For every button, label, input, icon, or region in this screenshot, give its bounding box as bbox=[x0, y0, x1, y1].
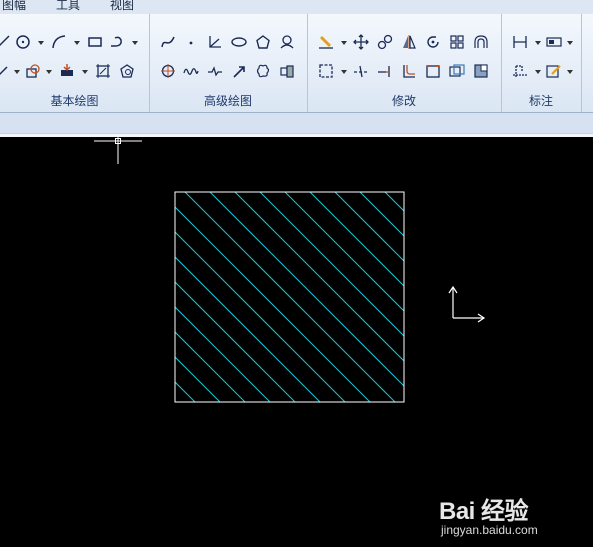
hatch-line bbox=[259, 192, 404, 337]
scale-icon[interactable] bbox=[448, 62, 466, 80]
line-2-dropdown-icon[interactable] bbox=[14, 69, 20, 75]
menu-item-tuzhi[interactable]: 图幅 bbox=[2, 0, 26, 13]
array-icon[interactable] bbox=[448, 33, 466, 51]
watermark-url: jingyan.baidu.com bbox=[441, 523, 538, 537]
tolerance-dropdown-icon[interactable] bbox=[567, 40, 573, 46]
baidu-jingyan-watermark: Bai 经验 jingyan.baidu.com bbox=[439, 491, 579, 537]
select-dropdown-icon[interactable] bbox=[341, 69, 347, 75]
angle-line-icon[interactable] bbox=[206, 33, 224, 51]
hatch-line bbox=[334, 192, 404, 262]
line-icon[interactable] bbox=[0, 33, 12, 51]
hatch-line bbox=[234, 192, 404, 362]
group-label-modify: 修改 bbox=[391, 94, 416, 108]
polyline-dropdown-icon[interactable] bbox=[132, 40, 138, 46]
hatch-line bbox=[384, 192, 404, 212]
hatch-pattern[interactable] bbox=[0, 192, 593, 452]
stretch-icon[interactable] bbox=[424, 62, 442, 80]
block-dropdown-icon[interactable] bbox=[46, 69, 52, 75]
drawing-canvas[interactable]: Bai 经验 jingyan.baidu.com bbox=[0, 137, 593, 547]
spline-icon[interactable] bbox=[159, 33, 177, 51]
arrow-icon[interactable] bbox=[230, 62, 248, 80]
ellipse-icon[interactable] bbox=[230, 33, 248, 51]
hatch-line bbox=[209, 192, 404, 387]
hatch-line bbox=[175, 231, 346, 402]
text-edit-dropdown-icon[interactable] bbox=[567, 69, 573, 75]
document-tab-strip bbox=[0, 113, 593, 134]
group-advanced-draw: 高级绘图 bbox=[149, 14, 308, 112]
rotate-icon[interactable] bbox=[424, 33, 442, 51]
circle-dropdown-icon[interactable] bbox=[38, 40, 44, 46]
mirror-icon[interactable] bbox=[400, 33, 418, 51]
move-icon[interactable] bbox=[352, 33, 370, 51]
tolerance-icon[interactable] bbox=[545, 33, 563, 51]
copy-icon[interactable] bbox=[376, 33, 394, 51]
insert-icon[interactable] bbox=[58, 62, 76, 80]
hatch-line bbox=[175, 206, 371, 402]
coordinate-dim-dropdown-icon[interactable] bbox=[535, 69, 541, 75]
insert-dropdown-icon[interactable] bbox=[82, 69, 88, 75]
hatch-line bbox=[0, 192, 220, 452]
hatch-line bbox=[359, 192, 404, 237]
group-label-basic-draw: 基本绘图 bbox=[50, 94, 99, 108]
trim-icon[interactable] bbox=[352, 62, 370, 80]
hatch-line bbox=[175, 356, 221, 402]
menu-bar: 图幅 工具 视图 bbox=[0, 0, 593, 14]
chamfer-shaft-icon[interactable] bbox=[278, 62, 296, 80]
line-2-icon[interactable] bbox=[0, 62, 12, 80]
select-box-icon[interactable] bbox=[317, 62, 335, 80]
menu-item-tools[interactable]: 工具 bbox=[56, 0, 80, 13]
crosshair-cursor bbox=[94, 137, 142, 164]
canvas-svg bbox=[0, 137, 593, 452]
point-icon[interactable] bbox=[182, 33, 200, 51]
arc-icon[interactable] bbox=[50, 33, 68, 51]
hatch-line bbox=[175, 381, 196, 402]
fillet-icon[interactable] bbox=[400, 62, 418, 80]
coordinate-dim-icon[interactable] bbox=[511, 62, 529, 80]
group-label-advanced-draw: 高级绘图 bbox=[203, 94, 252, 108]
dimension-icon[interactable] bbox=[511, 33, 529, 51]
extend-icon[interactable] bbox=[376, 62, 394, 80]
polyline-icon[interactable] bbox=[108, 33, 126, 51]
group-basic-draw: 基本绘图 bbox=[0, 14, 150, 112]
watermark-logo: Bai 经验 bbox=[439, 498, 529, 525]
menu-item-view[interactable]: 视图 bbox=[110, 0, 134, 13]
wave-line-icon[interactable] bbox=[182, 62, 200, 80]
explode-icon[interactable] bbox=[472, 62, 490, 80]
hatch-line bbox=[175, 331, 246, 402]
offset-icon[interactable] bbox=[472, 33, 490, 51]
group-dimension: 标注 bbox=[501, 14, 582, 112]
rectangle-icon[interactable] bbox=[86, 33, 104, 51]
hatch-line bbox=[309, 192, 404, 287]
text-edit-icon[interactable] bbox=[545, 62, 563, 80]
hatch-icon[interactable] bbox=[94, 62, 112, 80]
region-icon[interactable] bbox=[118, 62, 136, 80]
ribbon: 基本绘图 高级绘图 修改 标注 bbox=[0, 14, 593, 113]
circle-tool-icon[interactable] bbox=[14, 33, 32, 51]
hatch-line bbox=[0, 192, 195, 452]
hatch-line bbox=[175, 281, 296, 402]
break-line-icon[interactable] bbox=[206, 62, 224, 80]
hatch-line bbox=[435, 192, 593, 452]
hatch-line bbox=[284, 192, 404, 312]
hatch-line bbox=[184, 192, 396, 402]
eraser-dropdown-icon[interactable] bbox=[341, 40, 347, 46]
ucs-axes-icon bbox=[448, 285, 486, 323]
polygon-icon[interactable] bbox=[254, 33, 272, 51]
group-label-dimension: 标注 bbox=[528, 94, 553, 108]
centerline-circle-icon[interactable] bbox=[159, 62, 177, 80]
block-icon[interactable] bbox=[24, 62, 42, 80]
hatch-line bbox=[175, 306, 271, 402]
hatch-line bbox=[175, 256, 321, 402]
cloud-line-icon[interactable] bbox=[254, 62, 272, 80]
dimension-dropdown-icon[interactable] bbox=[535, 40, 541, 46]
arc-dropdown-icon[interactable] bbox=[74, 40, 80, 46]
hole-icon[interactable] bbox=[278, 33, 296, 51]
group-modify: 修改 bbox=[307, 14, 502, 112]
eraser-icon[interactable] bbox=[317, 33, 335, 51]
hatch-line bbox=[410, 192, 593, 452]
